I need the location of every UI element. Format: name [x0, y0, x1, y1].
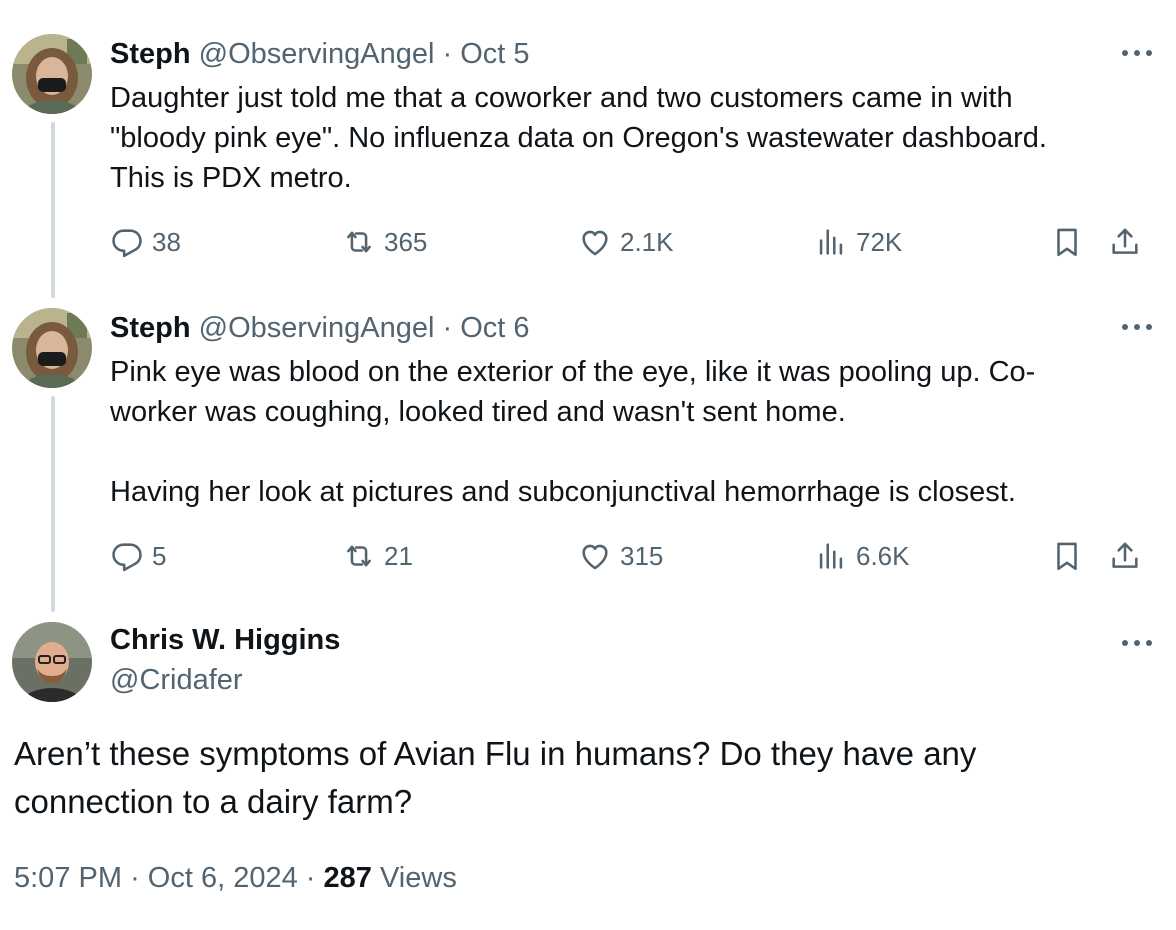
more-icon[interactable]	[1122, 46, 1152, 60]
thread-line	[51, 396, 55, 612]
bookmark-icon[interactable]	[1050, 536, 1084, 576]
tweet-header: Steph @ObservingAngel · Oct 5	[110, 36, 530, 72]
views-label: Views	[379, 862, 457, 894]
author-handle-block: @Cridafer	[110, 662, 243, 698]
reply-count: 5	[152, 540, 167, 571]
separator: ·	[442, 312, 453, 344]
main-tweet-text: Aren’t these symptoms of Avian Flu in hu…	[14, 735, 977, 820]
like-button[interactable]: 315	[578, 536, 663, 576]
separator: ·	[130, 862, 140, 894]
author-name[interactable]: Chris W. Higgins	[110, 624, 340, 656]
repost-count: 21	[384, 540, 413, 571]
avatar[interactable]	[12, 34, 92, 114]
repost-icon	[342, 225, 384, 259]
reply-button[interactable]: 5	[110, 536, 166, 576]
view-count: 72K	[856, 226, 903, 257]
heart-icon	[578, 225, 620, 259]
avatar[interactable]	[12, 622, 92, 702]
heart-icon	[578, 539, 620, 573]
views-chart-icon	[814, 225, 856, 259]
repost-button[interactable]: 365	[342, 222, 427, 262]
tweet-date[interactable]: Oct 5	[460, 38, 529, 70]
reply-icon	[110, 225, 152, 259]
tweet-time[interactable]: 5:07 PM	[14, 862, 122, 894]
reply-count: 38	[152, 226, 181, 257]
author-handle[interactable]: @ObservingAngel	[199, 38, 435, 70]
views-chart-icon	[814, 539, 856, 573]
like-count: 315	[620, 540, 664, 571]
bookmark-icon[interactable]	[1050, 222, 1084, 262]
reply-icon	[110, 539, 152, 573]
separator: ·	[305, 862, 316, 894]
reply-button[interactable]: 38	[110, 222, 181, 262]
more-icon[interactable]	[1122, 636, 1152, 650]
more-icon[interactable]	[1122, 320, 1152, 334]
share-icon[interactable]	[1108, 222, 1142, 262]
repost-button[interactable]: 21	[342, 536, 413, 576]
author-handle[interactable]: @Cridafer	[110, 664, 243, 696]
author-handle[interactable]: @ObservingAngel	[199, 312, 435, 344]
repost-count: 365	[384, 226, 428, 257]
thread-line	[51, 122, 55, 298]
separator: ·	[442, 38, 453, 70]
tweet-meta: 5:07 PM · Oct 6, 2024 · 287 Views	[14, 858, 457, 898]
avatar[interactable]	[12, 308, 92, 388]
tweet-text: Daughter just told me that a coworker an…	[110, 82, 1047, 194]
tweet-full-date[interactable]: Oct 6, 2024	[148, 862, 298, 894]
like-count: 2.1K	[620, 226, 674, 257]
tweet-text: Pink eye was blood on the exterior of th…	[110, 356, 1036, 508]
view-count: 6.6K	[856, 540, 910, 571]
tweet-actions: 38 365 2.1K 72K	[110, 222, 1150, 262]
author-name[interactable]: Steph	[110, 312, 191, 344]
repost-icon	[342, 539, 384, 573]
author-name[interactable]: Steph	[110, 38, 191, 70]
tweet-date[interactable]: Oct 6	[460, 312, 529, 344]
views-button[interactable]: 6.6K	[814, 536, 910, 576]
tweet-actions: 5 21 315 6.6K	[110, 536, 1150, 576]
author-name-block: Chris W. Higgins	[110, 622, 340, 658]
views-button[interactable]: 72K	[814, 222, 902, 262]
share-icon[interactable]	[1108, 536, 1142, 576]
views-count: 287	[323, 862, 372, 894]
like-button[interactable]: 2.1K	[578, 222, 674, 262]
tweet-header: Steph @ObservingAngel · Oct 6	[110, 310, 530, 346]
